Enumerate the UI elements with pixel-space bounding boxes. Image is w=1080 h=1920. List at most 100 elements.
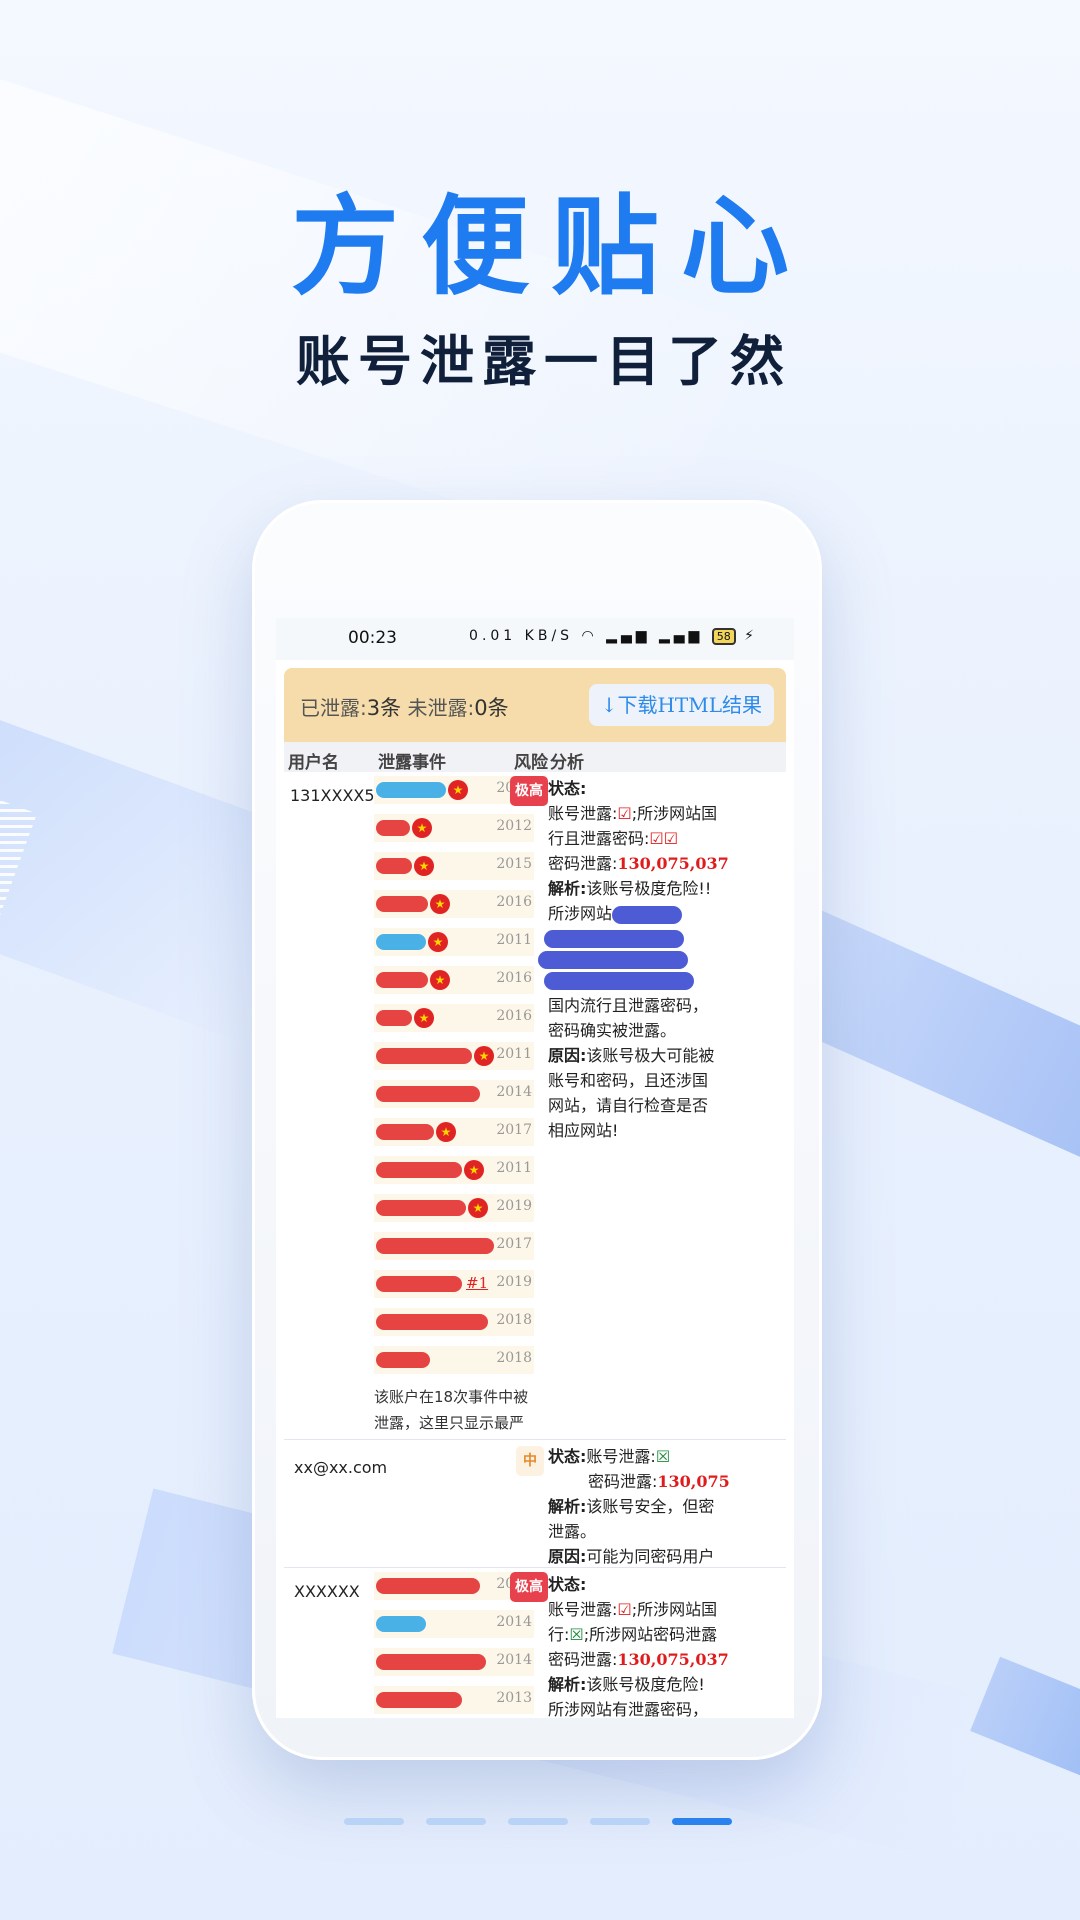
analysis-text: 状态: 账号泄露:☑;所涉网站国 行且泄露密码:☑☑ 密码泄露:130,075,… xyxy=(538,776,786,1143)
analysis-summary: 该账号极度危险!! xyxy=(586,879,712,898)
page-dot[interactable] xyxy=(590,1818,650,1825)
cn-flag-icon: ★ xyxy=(464,1160,484,1180)
analysis-line: 所涉网站有泄露密码， xyxy=(548,1700,709,1718)
pwd-leak-count: 130,075 xyxy=(657,1472,730,1491)
analysis-line: 国内流行且泄露密码， xyxy=(548,995,709,1015)
event-item[interactable]: ★ 2016 xyxy=(374,966,534,994)
redacted-site xyxy=(376,1616,426,1632)
event-year: 2014 xyxy=(496,1084,532,1100)
risk-badge-high: 极高 xyxy=(510,1572,548,1602)
event-year: 2013 xyxy=(496,1690,532,1706)
event-item[interactable]: ★ 2016 xyxy=(374,890,534,918)
cn-flag-icon: ★ xyxy=(428,932,448,952)
event-item[interactable]: ★2011 xyxy=(374,1042,534,1070)
event-item[interactable]: ★2011 xyxy=(374,928,534,956)
redacted-site xyxy=(376,1200,466,1216)
rank-marker[interactable]: #1 xyxy=(466,1274,488,1292)
checked-box-icon: ☑☑ xyxy=(649,829,679,848)
event-item[interactable]: 2014 xyxy=(374,1648,534,1676)
cn-flag-icon: ★ xyxy=(436,1122,456,1142)
redacted-site xyxy=(376,934,426,950)
event-year: 2014 xyxy=(496,1652,532,1668)
status-label: 状态: xyxy=(548,779,587,798)
redacted-site xyxy=(376,1086,480,1102)
page-dot[interactable] xyxy=(344,1818,404,1825)
col-username: 用户名 xyxy=(288,753,339,773)
status-label: 状态: xyxy=(548,1575,587,1594)
download-html-button[interactable]: ↓下载HTML结果 xyxy=(588,684,774,726)
reason-label: 原因: xyxy=(548,1547,587,1566)
table-row[interactable]: 131XXXX5678 ★2011 ★2012 ★2015 ★2016 ★201… xyxy=(284,772,786,1440)
crossed-box-icon: ☒ xyxy=(569,1625,584,1644)
event-item[interactable]: 2018 xyxy=(374,1346,534,1374)
event-item[interactable]: ★ 2017 xyxy=(374,1118,534,1146)
summary-text: 已泄露:3条 未泄露:0条 xyxy=(300,692,509,722)
site-info: ;所涉网站国 xyxy=(631,1600,718,1619)
event-year: 2015 xyxy=(496,856,532,872)
analysis-line: 泄露。 xyxy=(548,1522,597,1541)
redacted-site xyxy=(376,896,428,912)
page-dot[interactable] xyxy=(426,1818,486,1825)
pwd-leak-label: 密码泄露: xyxy=(548,854,618,873)
risk-badge-mid: 中 xyxy=(516,1446,544,1476)
event-item[interactable]: 2017 xyxy=(374,1232,534,1260)
bg-light-plane xyxy=(0,47,759,573)
account-leak-label: 账号泄露: xyxy=(548,1600,618,1619)
leaked-label: 已泄露: xyxy=(300,696,367,720)
row-username: xx@xx.com xyxy=(294,1458,388,1477)
checked-box-icon: ☑ xyxy=(617,1600,632,1619)
page-dot[interactable] xyxy=(508,1818,568,1825)
table-row[interactable]: XXXXXX 2011 2014 2014 2013 2014 极高 状态: 账… xyxy=(284,1568,786,1718)
col-analysis: 分析 xyxy=(550,753,584,773)
event-item[interactable]: 2013 xyxy=(374,1686,534,1714)
event-item[interactable]: ★ 2019 xyxy=(374,1194,534,1222)
event-year: 2019 xyxy=(496,1198,532,1214)
event-year: 2016 xyxy=(496,1008,532,1024)
cn-flag-icon: ★ xyxy=(474,1046,494,1066)
event-item[interactable]: #1 2019 xyxy=(374,1270,534,1298)
event-item[interactable]: 2018 xyxy=(374,1308,534,1336)
table-row[interactable]: xx@xx.com 中 状态:账号泄露:☒ 密码泄露:130,075 解析:该账… xyxy=(284,1440,786,1568)
phone-screen: 00:23 0.01 KB/S ◠ ▂▄▆ ▂▄▆ 58 ⚡ 已泄露:3条 未泄… xyxy=(276,618,794,1718)
pwd-leak-label: 密码泄露: xyxy=(548,1650,618,1669)
pwd-leak-count: 130,075,037 xyxy=(617,1650,729,1669)
redacted-site xyxy=(376,1048,472,1064)
redacted-site xyxy=(376,1314,488,1330)
event-year: 2012 xyxy=(496,818,532,834)
charging-icon: ⚡ xyxy=(744,628,758,644)
reason-line: 该账号极大可能被 xyxy=(586,1045,715,1065)
cn-flag-icon: ★ xyxy=(468,1198,488,1218)
event-item[interactable]: ★ 2015 xyxy=(374,852,534,880)
event-year: 2014 xyxy=(496,1614,532,1630)
event-item[interactable]: 2014 xyxy=(374,1610,534,1638)
page-dot-active[interactable] xyxy=(672,1818,732,1825)
redacted-sites xyxy=(538,950,688,969)
status-bar: 00:23 0.01 KB/S ◠ ▂▄▆ ▂▄▆ 58 ⚡ xyxy=(276,618,794,660)
redacted-site xyxy=(376,1010,412,1026)
event-year: 2018 xyxy=(496,1350,532,1366)
site-info: ;所涉网站国 xyxy=(631,804,718,823)
site-pwd-info: ;所涉网站密码泄露 xyxy=(583,1625,718,1644)
cn-flag-icon: ★ xyxy=(430,970,450,990)
event-year: 2018 xyxy=(496,1312,532,1328)
account-leak-label: 账号泄露: xyxy=(548,804,618,823)
event-year: 2011 xyxy=(496,1160,532,1176)
unleaked-count: 0条 xyxy=(474,696,509,720)
event-item[interactable]: ★ 2011 xyxy=(374,1156,534,1184)
col-risk: 风险 xyxy=(514,753,548,773)
event-item[interactable]: ★ 2012 xyxy=(374,814,534,842)
pwd-leak-info: 行且泄露密码: xyxy=(548,829,650,848)
battery-icon: 58 xyxy=(711,628,736,645)
analysis-text: 状态: 账号泄露:☑;所涉网站国 行:☒;所涉网站密码泄露 密码泄露:130,0… xyxy=(548,1572,786,1718)
redacted-site xyxy=(376,820,410,836)
event-item[interactable]: ★ 2016 xyxy=(374,1004,534,1032)
cn-flag-icon: ★ xyxy=(448,780,468,800)
analysis-label: 解析: xyxy=(548,1497,587,1516)
account-leak-label: 账号泄露: xyxy=(586,1447,656,1466)
redacted-site xyxy=(376,1654,486,1670)
event-note: 该账户在18次事件中被泄露，这里只显示最严重的16个。 xyxy=(374,1388,529,1432)
pwd-leak-count: 130,075,037 xyxy=(617,854,729,873)
cn-flag-icon: ★ xyxy=(412,818,432,838)
checked-box-icon: ☑ xyxy=(617,804,632,823)
event-item[interactable]: 2014 xyxy=(374,1080,534,1108)
